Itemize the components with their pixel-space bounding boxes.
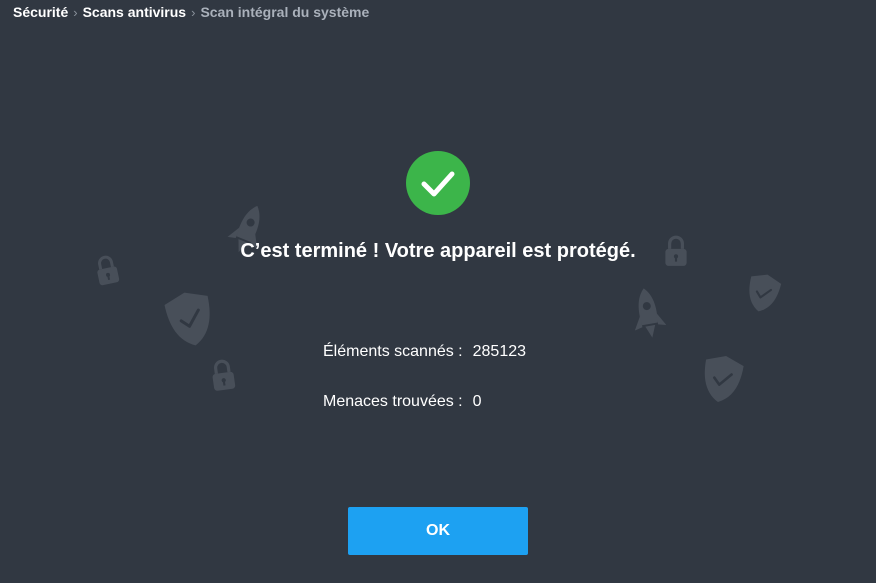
threats-label: Menaces trouvées : (323, 393, 463, 410)
breadcrumb-item-securite[interactable]: Sécurité (13, 4, 68, 20)
scan-complete-page: Sécurité › Scans antivirus › Scan intégr… (0, 0, 876, 583)
rocket-icon (634, 288, 667, 338)
breadcrumb-separator: › (73, 4, 78, 20)
breadcrumb-current: Scan intégral du système (200, 4, 370, 20)
scanned-label: Éléments scannés : (323, 343, 463, 360)
stat-row-threats: Menaces trouvées : 0 (323, 393, 482, 411)
threats-value: 0 (472, 393, 482, 410)
stat-row-scanned: Éléments scannés : 285123 (323, 343, 526, 361)
padlock-icon (212, 359, 236, 391)
shield-check-icon (749, 274, 782, 312)
ok-button[interactable]: OK (348, 507, 528, 555)
shield-check-icon (704, 355, 744, 403)
shield-check-icon (164, 292, 210, 346)
breadcrumb-item-scans-antivirus[interactable]: Scans antivirus (83, 4, 187, 20)
result-title: C’est terminé ! Votre appareil est proté… (240, 240, 636, 262)
scanned-value: 285123 (472, 343, 527, 360)
breadcrumb-separator: › (191, 4, 196, 20)
check-circle-icon (406, 151, 470, 215)
breadcrumb: Sécurité › Scans antivirus › Scan intégr… (13, 2, 369, 22)
